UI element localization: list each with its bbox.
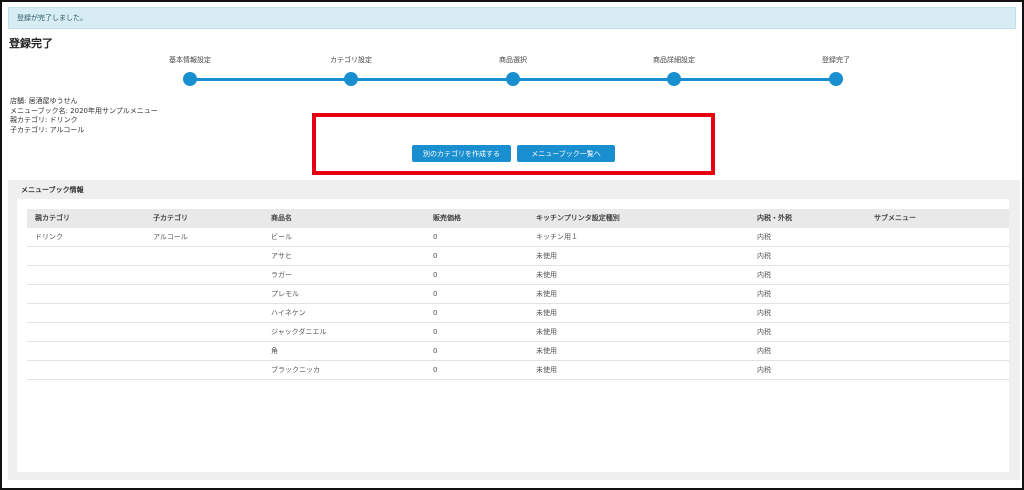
cell-price: 0: [433, 252, 438, 260]
step-product-detail: 商品詳細設定: [614, 54, 734, 86]
cell-price: 0: [433, 233, 438, 241]
success-alert: 登録が完了しました。: [8, 7, 1016, 29]
cell-parent-category: ドリンク: [35, 233, 63, 241]
table-row: ジャックダニエル 0 未使用 内税: [27, 323, 1009, 342]
table-row: ブラックニッカ 0 未使用 内税: [27, 361, 1009, 380]
cell-tax-type: 内税: [757, 252, 771, 260]
step-dot: [344, 72, 358, 86]
step-label: カテゴリ設定: [330, 56, 372, 64]
cell-kitchen-printer: 未使用: [536, 328, 557, 336]
cell-product-name: アサヒ: [271, 252, 292, 260]
menubook-table-panel: 親カテゴリ 子カテゴリ 商品名 販売価格 キッチンプリンタ設定種別 内税・外税 …: [17, 199, 1009, 472]
table-row: ラガー 0 未使用 内税: [27, 266, 1009, 285]
header-tax-type: 内税・外税: [757, 214, 792, 222]
cell-tax-type: 内税: [757, 366, 771, 374]
cell-price: 0: [433, 271, 438, 279]
step-label: 登録完了: [822, 56, 850, 64]
section-title: メニューブック情報: [21, 186, 84, 194]
registration-info: 店舗: 居酒屋ゆうせん メニューブック名: 2020年用サンプルメニュー 親カテ…: [10, 97, 158, 135]
step-dot: [829, 72, 843, 86]
header-price: 販売価格: [433, 214, 461, 222]
table-row: 角 0 未使用 内税: [27, 342, 1009, 361]
table-header: 親カテゴリ 子カテゴリ 商品名 販売価格 キッチンプリンタ設定種別 内税・外税 …: [27, 209, 1009, 228]
table-row: アサヒ 0 未使用 内税: [27, 247, 1009, 266]
app-window: 登録が完了しました。 登録完了 基本情報設定 カテゴリ設定 商品選択 商品詳細設…: [0, 0, 1024, 490]
step-dot: [506, 72, 520, 86]
step-label: 基本情報設定: [169, 56, 211, 64]
cell-product-name: プレモル: [271, 290, 299, 298]
create-other-category-button[interactable]: 別のカテゴリを作成する: [412, 145, 511, 162]
cell-price: 0: [433, 309, 438, 317]
table-row: ドリンク アルコール ビール 0 キッチン用１ 内税: [27, 228, 1009, 247]
table-row: ハイネケン 0 未使用 内税: [27, 304, 1009, 323]
cell-price: 0: [433, 290, 438, 298]
highlight-box: [312, 113, 715, 175]
cell-product-name: ビール: [271, 233, 292, 241]
step-dot: [183, 72, 197, 86]
page-title: 登録完了: [9, 37, 53, 50]
header-submenu: サブメニュー: [874, 214, 916, 222]
step-dot: [667, 72, 681, 86]
progress-steps: 基本情報設定 カテゴリ設定 商品選択 商品詳細設定 登録完了: [2, 54, 1022, 94]
cell-kitchen-printer: 未使用: [536, 290, 557, 298]
header-kitchen-printer: キッチンプリンタ設定種別: [536, 214, 620, 222]
cell-kitchen-printer: 未使用: [536, 252, 557, 260]
parent-category: 親カテゴリ: ドリンク: [10, 116, 78, 124]
cell-kitchen-printer: キッチン用１: [536, 233, 578, 241]
step-product-select: 商品選択: [453, 54, 573, 86]
menubook-info-section: メニューブック情報 親カテゴリ 子カテゴリ 商品名 販売価格 キッチンプリンタ設…: [8, 180, 1020, 480]
cell-kitchen-printer: 未使用: [536, 309, 557, 317]
header-parent-category: 親カテゴリ: [35, 214, 70, 222]
cell-kitchen-printer: 未使用: [536, 366, 557, 374]
step-category-settings: カテゴリ設定: [291, 54, 411, 86]
cell-tax-type: 内税: [757, 290, 771, 298]
header-product-name: 商品名: [271, 214, 292, 222]
child-category: 子カテゴリ: アルコール: [10, 125, 85, 134]
cell-product-name: ブラックニッカ: [271, 366, 320, 374]
cell-tax-type: 内税: [757, 347, 771, 355]
header-child-category: 子カテゴリ: [153, 214, 188, 222]
cell-price: 0: [433, 366, 438, 374]
step-label: 商品選択: [499, 56, 527, 64]
cell-kitchen-printer: 未使用: [536, 271, 557, 279]
cell-kitchen-printer: 未使用: [536, 347, 557, 355]
step-basic-settings: 基本情報設定: [130, 54, 250, 86]
cell-tax-type: 内税: [757, 328, 771, 336]
alert-message: 登録が完了しました。: [17, 14, 87, 22]
menubook-list-button[interactable]: メニューブック一覧へ: [517, 145, 615, 162]
cell-product-name: 角: [271, 347, 278, 355]
cell-tax-type: 内税: [757, 233, 771, 241]
table-row: プレモル 0 未使用 内税: [27, 285, 1009, 304]
step-label: 商品詳細設定: [653, 56, 695, 64]
cell-product-name: ジャックダニエル: [271, 328, 327, 336]
cell-product-name: ラガー: [271, 271, 292, 279]
step-complete: 登録完了: [776, 54, 896, 86]
cell-tax-type: 内税: [757, 309, 771, 317]
cell-tax-type: 内税: [757, 271, 771, 279]
cell-product-name: ハイネケン: [271, 309, 306, 317]
store-name: 店舗: 居酒屋ゆうせん: [10, 97, 78, 105]
cell-price: 0: [433, 328, 438, 336]
cell-child-category: アルコール: [153, 233, 188, 241]
menubook-name: メニューブック名: 2020年用サンプルメニュー: [10, 106, 158, 115]
cell-price: 0: [433, 347, 438, 355]
